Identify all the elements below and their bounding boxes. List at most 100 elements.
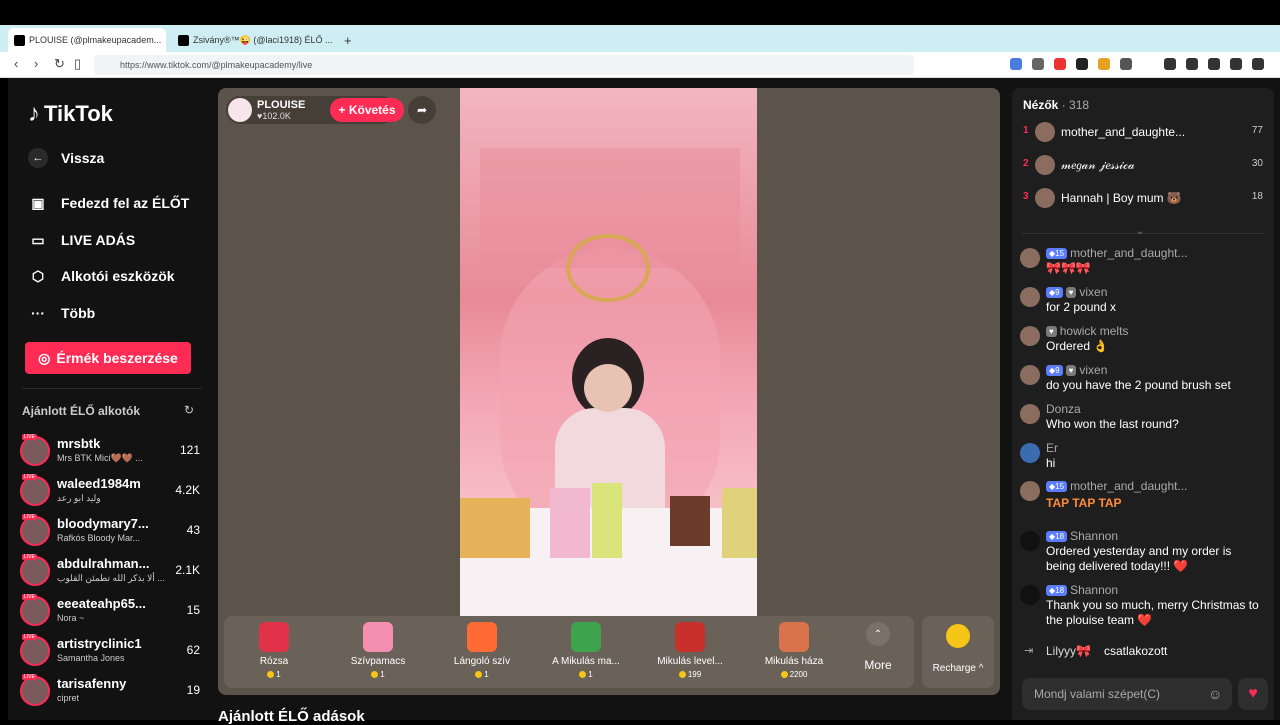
- gift-item[interactable]: Mikulás háza 2200: [744, 622, 844, 679]
- download-icon[interactable]: [1230, 58, 1242, 70]
- chat-username[interactable]: Er: [1046, 441, 1058, 455]
- chat-username[interactable]: ◆18 Shannon: [1046, 583, 1118, 597]
- creator-avatar[interactable]: [20, 516, 50, 546]
- get-coins-button[interactable]: ◎ Érmék beszerzése: [25, 342, 191, 374]
- recharge-button[interactable]: Recharge ^: [922, 616, 994, 688]
- chat-avatar[interactable]: [1020, 481, 1040, 501]
- extension-icon[interactable]: [1032, 58, 1044, 70]
- creator-item[interactable]: LIVE waleed1984m وليد ابو رعد 4.2K: [20, 474, 200, 510]
- new-tab-button[interactable]: +: [338, 28, 358, 52]
- chat-username[interactable]: ◆18 Shannon: [1046, 529, 1118, 543]
- share-icon[interactable]: ➦: [408, 96, 436, 124]
- more-gifts-button[interactable]: ⌃ More: [858, 622, 898, 672]
- viewer-avatar[interactable]: [1035, 188, 1055, 208]
- creator-avatar[interactable]: [20, 556, 50, 586]
- creator-item[interactable]: LIVE tarisafenny cipret 19: [20, 674, 200, 710]
- nav-explore-live[interactable]: ▣ Fedezd fel az ÉLŐT: [28, 193, 189, 213]
- gift-item[interactable]: Rózsa 1: [224, 622, 324, 679]
- gift-item[interactable]: Szívpamacs 1: [328, 622, 428, 679]
- nav-go-live[interactable]: ▭ LIVE ADÁS: [28, 230, 135, 250]
- chat-username[interactable]: ◆15 mother_and_daught...: [1046, 246, 1187, 260]
- creator-item[interactable]: LIVE eeeateahp65... Nora ~ 15: [20, 594, 200, 630]
- chat-avatar[interactable]: [1020, 287, 1040, 307]
- top-viewer-item[interactable]: 1 mother_and_daughte... 77: [1023, 120, 1263, 144]
- chat-avatar[interactable]: [1020, 365, 1040, 385]
- menu-icon[interactable]: [1252, 58, 1264, 70]
- gift-item[interactable]: A Mikulás ma... 1: [536, 622, 636, 679]
- translate-icon[interactable]: [1010, 58, 1022, 70]
- fan-badge: ♥: [1046, 325, 1057, 337]
- gift-item[interactable]: Mikulás level... 199: [640, 622, 740, 679]
- puzzle-icon[interactable]: [1120, 58, 1132, 70]
- join-user[interactable]: Lilyyy🎀: [1046, 644, 1091, 658]
- back-link[interactable]: ← Vissza: [28, 148, 104, 168]
- browser-tab[interactable]: Zsivány®™😜 (@laci1918) ÉLŐ ...: [172, 28, 332, 52]
- chat-username[interactable]: ◆9 ♥ vixen: [1046, 285, 1107, 299]
- chat-avatar[interactable]: [1020, 531, 1040, 551]
- creator-item[interactable]: LIVE artistryclinic1 Samantha Jones 62: [20, 634, 200, 670]
- viewer-avatar[interactable]: [1035, 122, 1055, 142]
- chat-avatar[interactable]: [1020, 248, 1040, 268]
- top-viewer-item[interactable]: 3 Hannah | Boy mum 🐻 18: [1023, 186, 1263, 210]
- creator-name[interactable]: mrsbtk: [57, 436, 100, 451]
- host-avatar[interactable]: [228, 98, 252, 122]
- bookmark-icon[interactable]: ▯: [74, 56, 81, 72]
- live-video[interactable]: [460, 88, 757, 616]
- nav-more[interactable]: ··· Több: [28, 303, 95, 323]
- top-viewer-item[interactable]: 2 𝓂𝑒𝑔𝒶𝓃 𝒿𝑒𝓈𝓈𝒾𝒸𝒶 30: [1023, 153, 1263, 177]
- gift-item[interactable]: Lángoló szív 1: [432, 622, 532, 679]
- chat-input[interactable]: Mondj valami szépet(C): [1022, 678, 1232, 710]
- nav-creator-tools[interactable]: ⬡ Alkotói eszközök: [28, 266, 175, 286]
- creator-item[interactable]: LIVE bloodymary7... Rafkós Bloody Mar... 43: [20, 514, 200, 550]
- creator-avatar[interactable]: [20, 636, 50, 666]
- wallet-icon[interactable]: [1208, 58, 1220, 70]
- creator-avatar[interactable]: [20, 596, 50, 626]
- extension-icon[interactable]: [1098, 58, 1110, 70]
- extension-icon[interactable]: [1054, 58, 1066, 70]
- chat-avatar[interactable]: [1020, 585, 1040, 605]
- creator-avatar[interactable]: [20, 476, 50, 506]
- creator-name[interactable]: waleed1984m: [57, 476, 141, 491]
- viewer-rank: 2: [1023, 158, 1029, 169]
- creator-name[interactable]: eeeateahp65...: [57, 596, 146, 611]
- chat-username[interactable]: ◆9 ♥ vixen: [1046, 363, 1107, 377]
- creator-item[interactable]: LIVE abdulrahman... ألا بذكر الله تطمئن ال…: [20, 554, 200, 590]
- reload-icon[interactable]: ↻: [54, 56, 65, 72]
- host-info[interactable]: PLOUISE ♥102.0K + Követés: [226, 96, 404, 124]
- chat-username[interactable]: Donza: [1046, 402, 1081, 416]
- back-arrow-icon[interactable]: ‹: [14, 56, 18, 71]
- creator-name[interactable]: tarisafenny: [57, 676, 126, 691]
- media-icon[interactable]: [1164, 58, 1176, 70]
- recharge-label: Recharge ^: [932, 663, 984, 674]
- like-heart-button[interactable]: ♥: [1238, 678, 1268, 710]
- chat-username[interactable]: ♥ howick melts: [1046, 324, 1128, 338]
- url-input[interactable]: https://www.tiktok.com/@plmakeupacademy/…: [94, 55, 914, 75]
- creator-avatar[interactable]: [20, 436, 50, 466]
- emoji-icon[interactable]: ☺: [1208, 686, 1222, 702]
- creator-name[interactable]: abdulrahman...: [57, 556, 149, 571]
- forward-arrow-icon[interactable]: ›: [34, 56, 38, 71]
- chat-avatar[interactable]: [1020, 443, 1040, 463]
- chat-text: 🎀🎀🎀: [1046, 261, 1091, 275]
- refresh-icon[interactable]: ↻: [184, 403, 194, 417]
- creator-name[interactable]: bloodymary7...: [57, 516, 149, 531]
- viewers-heading[interactable]: Nézők · 318: [1023, 98, 1089, 112]
- extension-icon[interactable]: [1076, 58, 1088, 70]
- browser-tab-active[interactable]: PLOUISE (@plmakeupacadem... ✕: [8, 28, 166, 52]
- sidebar-icon[interactable]: [1186, 58, 1198, 70]
- viewer-name[interactable]: mother_and_daughte...: [1061, 125, 1185, 139]
- viewer-avatar[interactable]: [1035, 155, 1055, 175]
- chat-avatar[interactable]: [1020, 326, 1040, 346]
- host-name[interactable]: PLOUISE: [257, 99, 305, 111]
- follow-button[interactable]: + Követés: [330, 98, 404, 122]
- chat-avatar[interactable]: [1020, 404, 1040, 424]
- creator-name[interactable]: artistryclinic1: [57, 636, 142, 651]
- creator-item[interactable]: LIVE mrsbtk Mrs BTK Mici🤎🤎 ... 121: [20, 434, 200, 470]
- creator-avatar[interactable]: [20, 676, 50, 706]
- chevron-down-icon[interactable]: ⌄: [1136, 226, 1144, 237]
- viewer-name[interactable]: 𝓂𝑒𝑔𝒶𝓃 𝒿𝑒𝓈𝓈𝒾𝒸𝒶: [1061, 158, 1135, 173]
- coin-icon: [267, 671, 275, 679]
- tiktok-logo[interactable]: ♪ TikTok: [28, 100, 113, 128]
- viewer-name[interactable]: Hannah | Boy mum 🐻: [1061, 191, 1182, 205]
- chat-username[interactable]: ◆15 mother_and_daught...: [1046, 479, 1187, 493]
